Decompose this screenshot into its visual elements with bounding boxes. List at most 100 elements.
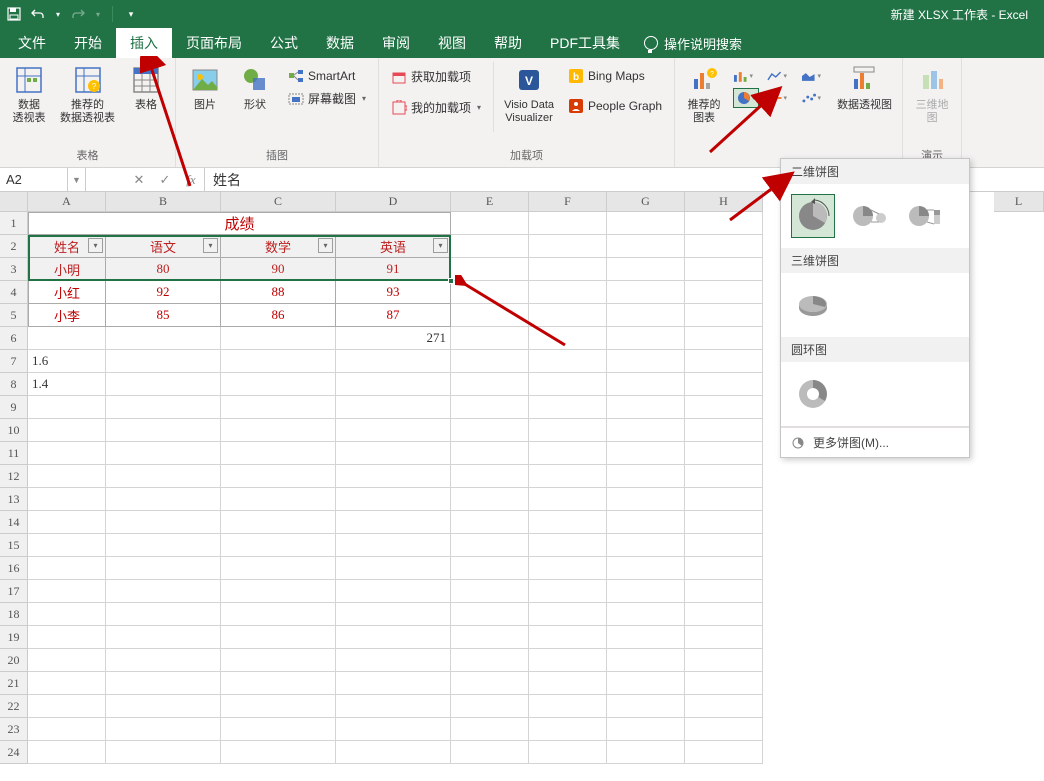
cell[interactable] <box>221 442 336 465</box>
get-addins-button[interactable]: 获取加载项 <box>387 66 485 87</box>
cell[interactable] <box>221 419 336 442</box>
cell[interactable] <box>106 373 221 396</box>
name-box-dropdown-icon[interactable]: ▼ <box>68 168 86 191</box>
cell[interactable] <box>106 741 221 764</box>
row-header[interactable]: 24 <box>0 741 28 764</box>
cell[interactable] <box>451 649 529 672</box>
cell[interactable] <box>607 235 685 258</box>
cell[interactable] <box>685 672 763 695</box>
cell[interactable] <box>106 396 221 419</box>
cell[interactable] <box>607 396 685 419</box>
cell[interactable] <box>221 511 336 534</box>
cell[interactable] <box>106 649 221 672</box>
cell[interactable] <box>221 718 336 741</box>
row-header-4[interactable]: 4 <box>0 281 28 304</box>
row-header[interactable]: 14 <box>0 511 28 534</box>
cell[interactable] <box>451 327 529 350</box>
cell[interactable] <box>336 373 451 396</box>
cell[interactable] <box>336 350 451 373</box>
area-chart-icon[interactable]: ▾ <box>801 69 821 83</box>
row-header-8[interactable]: 8 <box>0 373 28 396</box>
cell[interactable] <box>106 350 221 373</box>
cell[interactable] <box>529 603 607 626</box>
cell-D6[interactable]: 271 <box>336 327 451 350</box>
cell[interactable] <box>106 419 221 442</box>
cell[interactable] <box>28 327 106 350</box>
cell[interactable] <box>685 350 763 373</box>
my-addins-button[interactable]: 我的加载项 ▾ <box>387 97 485 118</box>
cell[interactable] <box>451 350 529 373</box>
cell[interactable] <box>106 465 221 488</box>
cell[interactable] <box>336 672 451 695</box>
cell[interactable] <box>607 626 685 649</box>
cancel-formula-icon[interactable]: ✕ <box>126 168 152 191</box>
cell-A5[interactable]: 小李 <box>28 304 106 327</box>
bing-maps-button[interactable]: b Bing Maps <box>564 66 666 86</box>
filter-icon[interactable]: ▾ <box>318 238 333 253</box>
cell[interactable] <box>221 396 336 419</box>
cell[interactable] <box>221 557 336 580</box>
cell[interactable] <box>221 741 336 764</box>
cell[interactable] <box>685 327 763 350</box>
cell[interactable] <box>106 603 221 626</box>
col-header-H[interactable]: H <box>685 192 763 212</box>
cell[interactable] <box>221 695 336 718</box>
row-header[interactable]: 20 <box>0 649 28 672</box>
cell[interactable] <box>221 603 336 626</box>
cell[interactable] <box>336 511 451 534</box>
cell[interactable] <box>336 626 451 649</box>
tell-me-search[interactable]: 操作说明搜索 <box>634 28 752 58</box>
row-header[interactable]: 15 <box>0 534 28 557</box>
cell[interactable] <box>336 603 451 626</box>
cell[interactable] <box>106 626 221 649</box>
cell[interactable] <box>336 534 451 557</box>
row-header[interactable]: 16 <box>0 557 28 580</box>
row-header-6[interactable]: 6 <box>0 327 28 350</box>
row-header[interactable]: 11 <box>0 442 28 465</box>
cell[interactable] <box>529 718 607 741</box>
tab-review[interactable]: 审阅 <box>368 28 424 58</box>
row-header[interactable]: 22 <box>0 695 28 718</box>
cell-A4[interactable]: 小红 <box>28 281 106 304</box>
more-pie-charts-button[interactable]: 更多饼图(M)... <box>781 427 969 457</box>
cell[interactable] <box>221 373 336 396</box>
recommended-pivot-button[interactable]: ? 推荐的 数据透视表 <box>58 62 117 127</box>
cell[interactable] <box>607 258 685 281</box>
cell[interactable] <box>336 649 451 672</box>
cell[interactable] <box>607 672 685 695</box>
cell[interactable] <box>221 350 336 373</box>
cell[interactable] <box>106 695 221 718</box>
row-header[interactable]: 10 <box>0 419 28 442</box>
cell[interactable] <box>529 488 607 511</box>
cell[interactable] <box>336 465 451 488</box>
cell[interactable] <box>28 419 106 442</box>
cell[interactable] <box>28 695 106 718</box>
cell[interactable] <box>221 672 336 695</box>
cell[interactable] <box>336 442 451 465</box>
cell-D3[interactable]: 91 <box>336 258 451 281</box>
pie-of-pie-option[interactable] <box>847 194 891 238</box>
tab-layout[interactable]: 页面布局 <box>172 28 256 58</box>
cell[interactable] <box>451 465 529 488</box>
cell[interactable] <box>106 488 221 511</box>
cell[interactable] <box>685 304 763 327</box>
cell[interactable] <box>529 741 607 764</box>
row-header[interactable]: 19 <box>0 626 28 649</box>
column-chart-icon[interactable]: ▾ <box>733 69 753 83</box>
cell[interactable] <box>28 442 106 465</box>
cell-C5[interactable]: 86 <box>221 304 336 327</box>
cell[interactable] <box>451 304 529 327</box>
cell[interactable] <box>607 442 685 465</box>
cell[interactable] <box>685 419 763 442</box>
cell[interactable] <box>529 419 607 442</box>
cell[interactable] <box>28 465 106 488</box>
cell[interactable] <box>607 741 685 764</box>
shapes-button[interactable]: 形状 <box>234 62 276 114</box>
cell[interactable] <box>607 695 685 718</box>
tab-data[interactable]: 数据 <box>312 28 368 58</box>
col-header-F[interactable]: F <box>529 192 607 212</box>
cell-C3[interactable]: 90 <box>221 258 336 281</box>
pivottable-button[interactable]: 数据 透视表 <box>8 62 50 127</box>
cell[interactable] <box>336 718 451 741</box>
cell[interactable] <box>451 373 529 396</box>
